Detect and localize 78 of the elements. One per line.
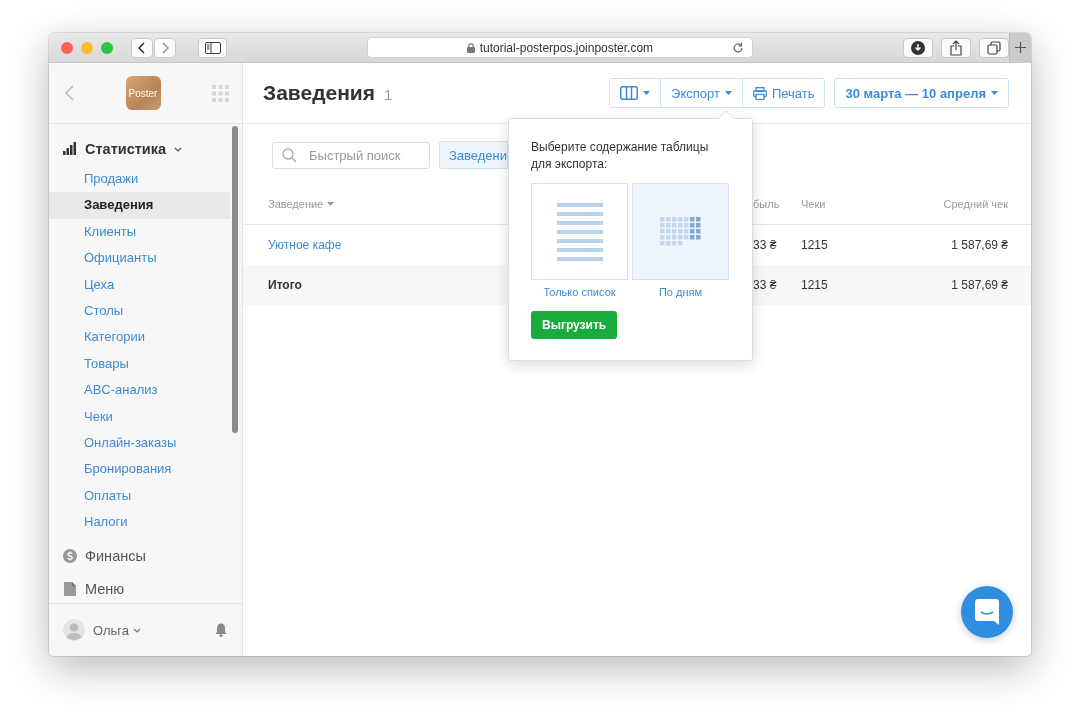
sidebar-item[interactable]: Заведения	[49, 192, 230, 219]
column-header[interactable]: Средний чек	[841, 198, 1031, 210]
tabs-icon	[986, 40, 1001, 55]
lock-icon	[466, 42, 475, 53]
print-button[interactable]: Печать	[741, 79, 825, 107]
new-tab-button[interactable]	[1008, 33, 1031, 63]
dollar-coin-icon	[63, 549, 77, 564]
sort-caret-icon	[327, 202, 335, 206]
item-count: 1	[384, 86, 393, 103]
sidebar-section[interactable]: Меню	[49, 574, 230, 603]
sidebar-item[interactable]: Столы	[49, 297, 230, 325]
plus-icon	[1014, 42, 1026, 53]
sidebar-item[interactable]: Цеха	[49, 271, 230, 298]
tabs-button[interactable]	[978, 37, 1009, 58]
bell-icon[interactable]	[215, 623, 227, 637]
sidebar-item[interactable]: Налоги	[49, 509, 230, 536]
scrollbar[interactable]	[232, 126, 238, 433]
bar-chart-icon	[63, 142, 77, 156]
sidebar-item[interactable]: Оплаты	[49, 482, 230, 510]
window-control-icon[interactable]	[101, 41, 113, 54]
filter-button[interactable]: Заведени	[439, 141, 508, 169]
sidebar-icon	[204, 41, 221, 54]
list-lines-icon	[556, 202, 603, 261]
grid-dots-icon	[659, 216, 702, 247]
sidebar-section[interactable]: Статистика	[49, 136, 230, 162]
document-icon	[63, 582, 77, 597]
popover-prompt: Выберите содержание таблицы для экспорта:	[531, 139, 710, 173]
sidebar-item[interactable]: Бронирования	[49, 456, 230, 483]
chevron-down-icon	[133, 627, 141, 633]
search-field[interactable]: Быстрый поиск	[272, 141, 430, 169]
option-label[interactable]: Только список	[543, 286, 616, 298]
back-button[interactable]	[131, 37, 153, 58]
download-button[interactable]	[902, 37, 933, 58]
sidebar-item[interactable]: Клиенты	[49, 218, 230, 246]
user-menu[interactable]: Ольга	[93, 622, 141, 638]
sidebar-item[interactable]: Онлайн-заказы	[49, 429, 230, 457]
chevron-left-icon[interactable]	[65, 85, 74, 101]
caret-icon	[991, 91, 998, 95]
sidebar-item[interactable]: Чеки	[49, 403, 230, 430]
option-label[interactable]: По дням	[658, 286, 703, 298]
chevron-right-icon	[161, 41, 169, 54]
printer-icon	[752, 86, 767, 100]
venue-link[interactable]: Уютное кафе	[243, 238, 508, 252]
table-cell-text: 33 ₴	[753, 238, 778, 252]
table-cell-text: 1 587,69 ₴	[950, 238, 1009, 252]
download-export-button[interactable]: Выгрузить	[531, 311, 618, 339]
sidebar-item[interactable]: Продажи	[49, 166, 230, 193]
address-bar[interactable]: tutorial-posterpos.joinposter.com	[367, 37, 753, 58]
sidebar-item[interactable]: Товары	[49, 350, 230, 378]
reload-icon[interactable]	[731, 42, 744, 54]
caret-icon	[724, 91, 732, 95]
chevron-left-icon	[138, 41, 146, 54]
caret-icon	[643, 91, 651, 95]
share-button[interactable]	[940, 37, 971, 58]
avatar-icon	[63, 619, 85, 641]
app-logo: Poster	[125, 76, 161, 110]
date-range-button[interactable]: 30 марта — 10 апреля	[834, 78, 1009, 108]
table-cell-text: 33 ₴	[753, 278, 778, 292]
url-text: tutorial-posterpos.joinposter.com	[479, 40, 654, 55]
table-cell-text: Итого	[267, 278, 303, 292]
column-header[interactable]: Заведение	[243, 198, 508, 210]
columns-icon	[620, 86, 639, 100]
sidebar-item[interactable]: ABC-анализ	[49, 377, 230, 404]
window-control-icon[interactable]	[61, 41, 73, 54]
sidebar-item[interactable]: Категории	[49, 324, 230, 351]
column-header[interactable]: Чеки	[801, 198, 841, 210]
table-cell-text: 1215	[801, 278, 829, 292]
download-icon	[910, 40, 925, 55]
sidebar-item[interactable]: Официанты	[49, 245, 230, 272]
share-icon	[949, 39, 962, 56]
table-cell-text: 1 587,69 ₴	[950, 278, 1009, 292]
column-header[interactable]: быль	[753, 198, 801, 210]
page-title: Заведения	[263, 81, 375, 105]
table-cell-text: 1215	[801, 238, 829, 252]
chat-bubble-icon	[974, 598, 1000, 626]
sidebar-section[interactable]: Финансы	[49, 541, 230, 572]
sidebar-toggle-button[interactable]	[198, 37, 228, 58]
chat-button[interactable]	[961, 586, 1013, 638]
